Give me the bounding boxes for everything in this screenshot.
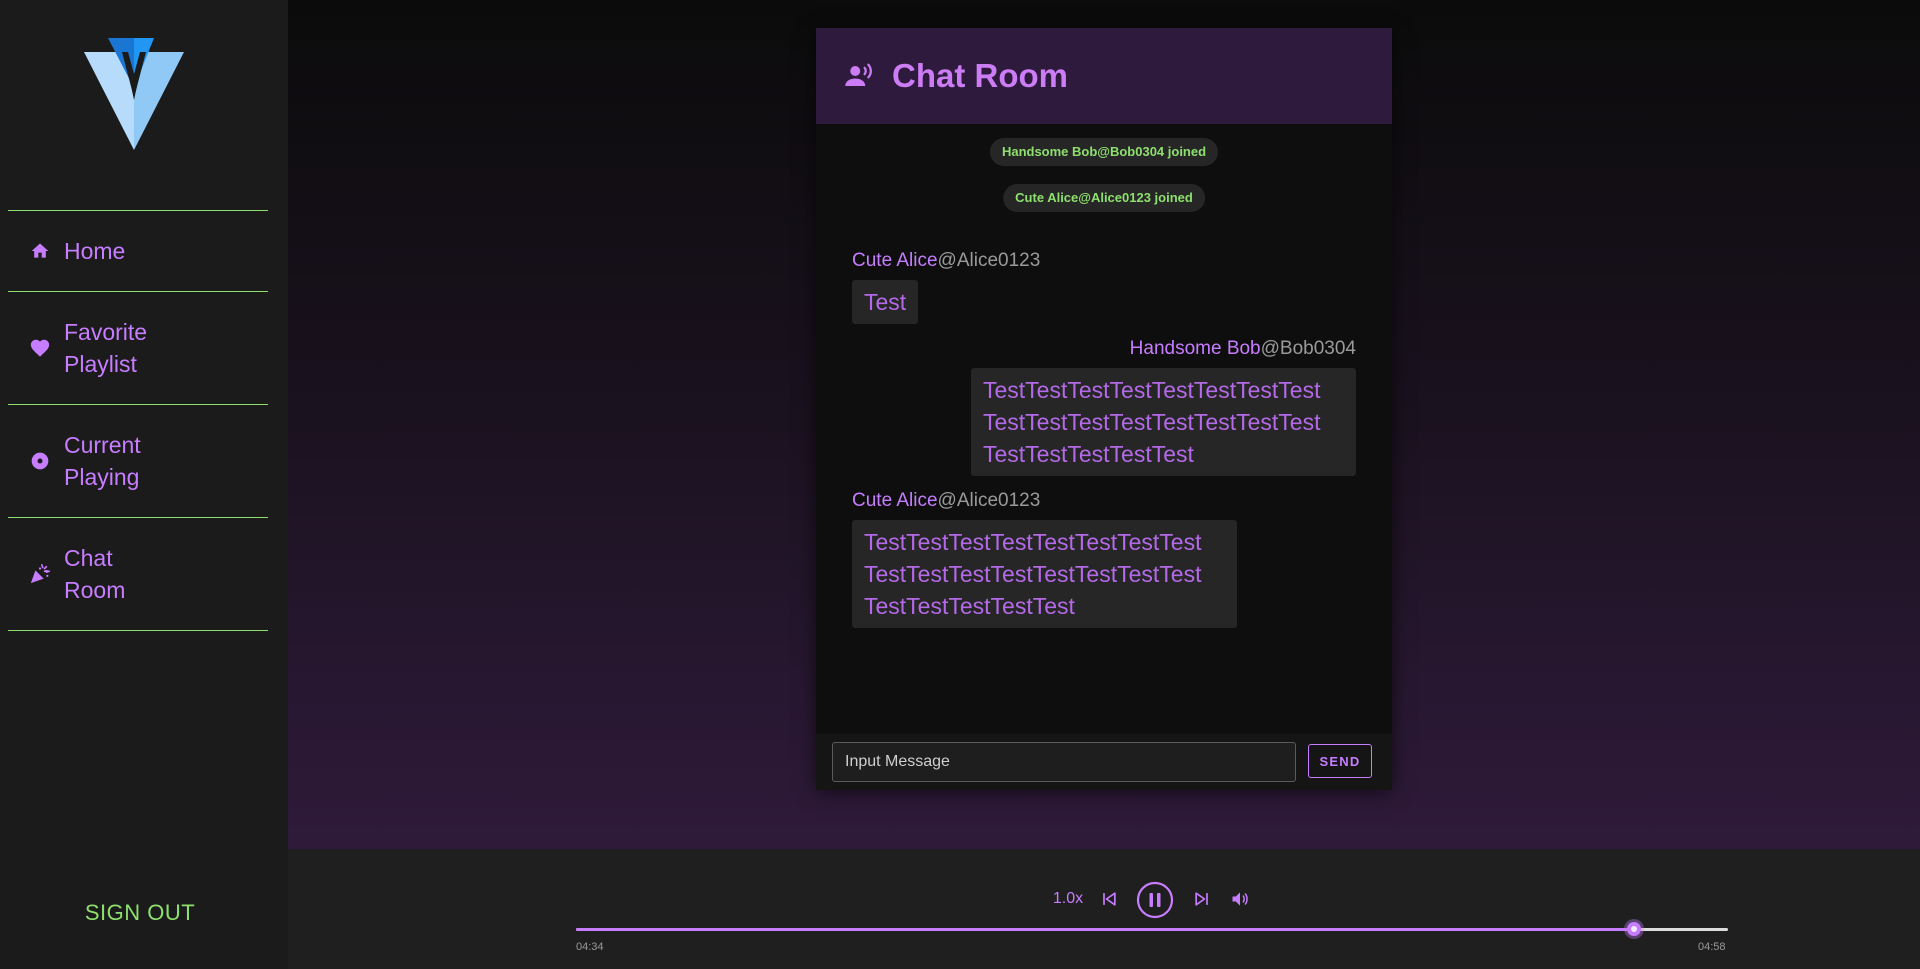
progress-thumb[interactable] <box>1626 922 1641 936</box>
message-sender: Handsome Bob@Bob0304 <box>1130 338 1356 360</box>
playback-speed-button[interactable]: 1.0x <box>1048 885 1088 913</box>
sender-name: Cute Alice <box>852 250 938 271</box>
message-list: Handsome Bob@Bob0304 joined Cute Alice@A… <box>816 124 1392 760</box>
sender-handle: @Alice0123 <box>937 490 1041 511</box>
main-content: Chat Room Handsome Bob@Bob0304 joined Cu… <box>288 0 1920 849</box>
progress-slider[interactable] <box>576 922 1728 936</box>
vuetify-logo[interactable] <box>84 38 184 150</box>
home-icon <box>28 239 52 263</box>
message-input[interactable] <box>832 742 1296 782</box>
music-player-bar: 1.0x 04:34 04:58 <box>288 849 1920 969</box>
message-bubble: TestTestTestTestTestTestTestTest TestTes… <box>852 520 1237 628</box>
sender-handle: @Bob0304 <box>1260 338 1356 359</box>
chat-title: Chat Room <box>892 57 1068 94</box>
sign-out-button[interactable]: SIGN OUT <box>0 900 280 926</box>
progress-fill <box>576 928 1634 931</box>
sidebar: Home Favorite Playlist Current Playing C… <box>0 0 288 969</box>
sidebar-item-favorite-playlist[interactable]: Favorite Playlist <box>8 292 268 404</box>
message-bubble: TestTestTestTestTestTestTestTest TestTes… <box>971 368 1356 476</box>
heart-icon <box>28 336 52 360</box>
sidebar-item-current-playing[interactable]: Current Playing <box>8 405 268 517</box>
sidebar-item-label: Current Playing <box>64 432 141 490</box>
party-popper-icon <box>28 562 52 586</box>
sender-name: Cute Alice <box>852 490 938 511</box>
voice-chat-icon <box>844 61 874 91</box>
disc-icon <box>28 449 52 473</box>
sender-name: Handsome Bob <box>1129 338 1261 359</box>
sidebar-item-label: Home <box>64 238 126 264</box>
message-sender: Cute Alice@Alice0123 <box>852 250 1040 272</box>
pause-button[interactable] <box>1136 881 1174 919</box>
volume-icon[interactable] <box>1228 887 1252 911</box>
chat-header: Chat Room <box>816 28 1392 124</box>
skip-next-icon[interactable] <box>1190 887 1214 911</box>
system-message: Handsome Bob@Bob0304 joined <box>989 138 1219 166</box>
send-button[interactable]: SEND <box>1308 744 1372 778</box>
skip-previous-icon[interactable] <box>1097 887 1121 911</box>
nav-divider <box>8 630 268 631</box>
sender-handle: @Alice0123 <box>937 250 1041 271</box>
system-message: Cute Alice@Alice0123 joined <box>1003 184 1205 212</box>
sidebar-item-label: Favorite Playlist <box>64 319 148 377</box>
message-bubble: Test <box>852 280 919 324</box>
message-sender: Cute Alice@Alice0123 <box>852 490 1040 512</box>
sidebar-item-chat-room[interactable]: Chat Room <box>8 518 268 630</box>
total-time: 04:58 <box>1698 941 1726 953</box>
message-input-bar: SEND <box>816 734 1392 790</box>
chat-card: Chat Room Handsome Bob@Bob0304 joined Cu… <box>816 28 1392 790</box>
current-time: 04:34 <box>576 941 604 953</box>
sidebar-item-label: Chat Room <box>64 545 126 603</box>
sidebar-item-home[interactable]: Home <box>8 211 268 291</box>
